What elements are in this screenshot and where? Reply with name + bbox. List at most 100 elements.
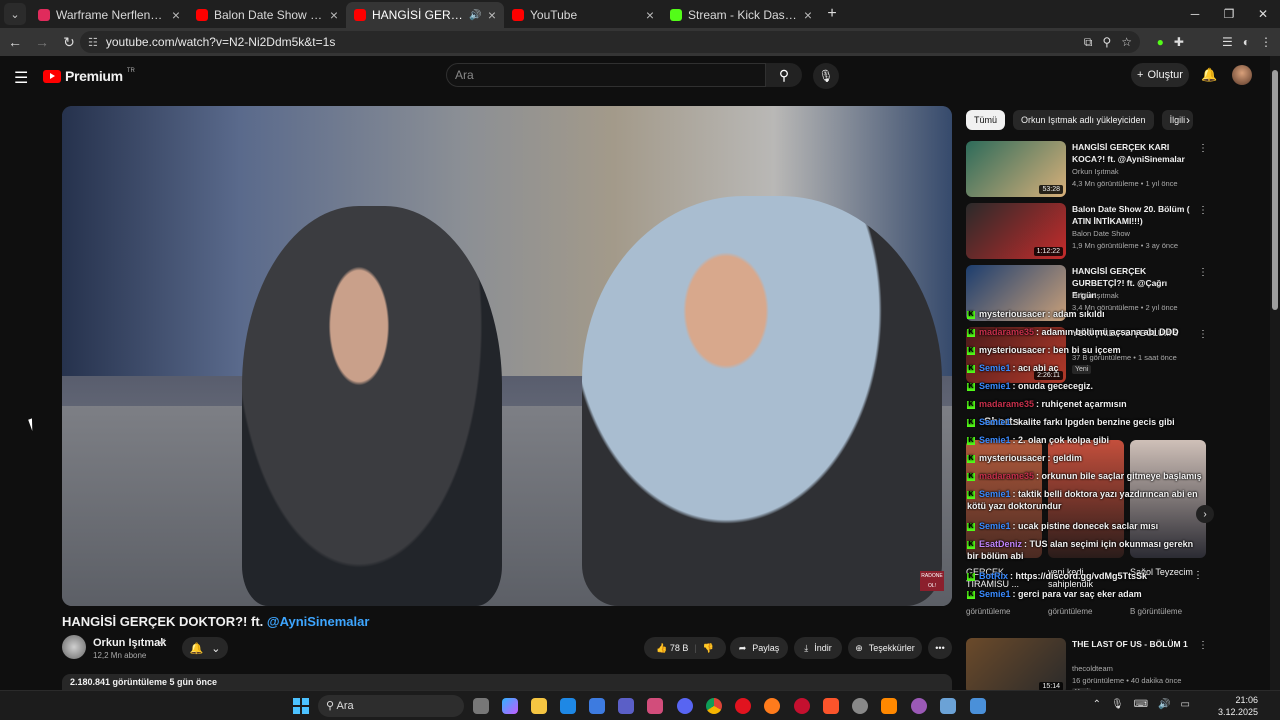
browser-tab[interactable]: YouTube × [504,2,662,28]
app-icon[interactable] [940,698,956,714]
zoom-icon[interactable]: ⚲ [1102,35,1111,49]
filter-chip[interactable]: Orkun Işıtmak adlı yükleyiciden [1013,110,1154,130]
new-tab-button[interactable]: + [820,2,844,26]
teams-icon[interactable] [618,698,634,714]
site-info-icon[interactable]: ☷ [88,36,98,49]
browser-tab[interactable]: HANGİSİ GERÇEK DOKTOR 🔊 × [346,2,504,28]
download-button[interactable]: ⤓ İndir [794,637,842,659]
microphone-icon[interactable]: 🎙 [1111,699,1124,710]
browser-tab[interactable]: Balon Date Show - YouTube × [188,2,346,28]
outlook-icon[interactable] [560,698,576,714]
install-app-icon[interactable]: ⧉ [1084,35,1093,50]
recommended-video[interactable]: 53:28 HANGİSİ GERÇEK KARI KOCA?! ft. @Ayn… [966,141,1208,197]
vlc-icon[interactable] [881,698,897,714]
filter-chip[interactable]: Tümü [966,110,1006,130]
close-tab-icon[interactable]: × [172,7,180,23]
address-bar[interactable]: ☷ youtube.com/watch?v=N2-Ni2Ddm5k&t=1s [80,31,1140,53]
app-icon[interactable] [852,698,868,714]
account-avatar[interactable] [1232,65,1252,85]
browser-menu-icon[interactable]: ⋮ [1260,35,1272,49]
more-vertical-icon[interactable]: ⋮ [1198,267,1208,278]
video-thumbnail[interactable]: 53:28 [966,141,1066,197]
video-thumbnail[interactable]: 1:12:22 [966,203,1066,259]
more-actions-button[interactable]: ••• [928,637,952,659]
discord-icon[interactable] [677,698,693,714]
channel-avatar[interactable] [62,635,86,659]
recommended-title[interactable]: Balon Date Show 20. Bölüm ( ATIN İNTİKAM… [1072,203,1190,227]
search-icon: ⚲ [778,66,790,83]
task-view-icon[interactable] [473,698,489,714]
recommended-title[interactable]: HANGİSİ GERÇEK KARI KOCA?! ft. @AyniSine… [1072,141,1190,165]
volume-icon[interactable]: 🔊 [1158,699,1170,710]
recommended-title[interactable]: THE LAST OF US - BÖLÜM 1 [1072,638,1190,650]
app-icon[interactable] [647,698,663,714]
network-icon[interactable]: ⌨ [1134,699,1148,710]
recommended-video[interactable]: 1:12:22 Balon Date Show 20. Bölüm ( ATIN … [966,203,1208,259]
twitch-icon[interactable] [911,698,927,714]
page-scrollbar[interactable] [1270,56,1280,690]
store-icon[interactable] [589,698,605,714]
app-icon[interactable] [970,698,986,714]
more-vertical-icon[interactable]: ⋮ [1198,205,1208,216]
more-vertical-icon[interactable]: ⋮ [1198,143,1208,154]
speaker-icon[interactable]: 🔊 [469,10,481,21]
forward-icon[interactable]: → [30,34,54,50]
tray-overflow-icon[interactable]: ⌃ [1093,699,1101,710]
file-explorer-icon[interactable] [531,698,547,714]
taskbar-clock[interactable]: 21:06 3.12.2025 [1218,694,1258,718]
recommended-channel[interactable]: thecoldteam [1072,664,1113,673]
search-button[interactable]: ⚲ [766,63,802,87]
logo-text: Premium [65,68,123,84]
channel-name[interactable]: Orkun Işıtmak [93,637,166,649]
start-button[interactable] [293,698,309,714]
reload-icon[interactable]: ↻ [57,34,81,51]
brave-icon[interactable] [823,698,839,714]
battery-icon[interactable]: ▭ [1181,699,1190,710]
close-tab-icon[interactable]: × [330,7,338,23]
hamburger-menu-icon[interactable]: ☰ [14,68,28,88]
like-button[interactable]: 👍 78 B [656,643,688,654]
close-tab-icon[interactable]: × [804,7,812,23]
video-player[interactable]: RADONE OL! [62,106,952,606]
search-input[interactable]: Ara [446,63,766,87]
close-tab-icon[interactable]: × [646,7,654,23]
tab-favicon-icon [670,9,682,21]
profile-icon[interactable]: ◐ [1243,35,1250,49]
chrome-icon[interactable] [706,698,722,714]
tab-search-icon[interactable]: ⌄ [4,3,26,25]
youtube-logo[interactable]: Premium TR [43,68,135,84]
bookmark-star-icon[interactable]: ☆ [1121,35,1132,49]
maximize-icon[interactable]: ❐ [1212,7,1246,21]
recommended-channel[interactable]: Orkun Işıtmak [1072,167,1119,176]
share-button[interactable]: ➦ Paylaş [730,637,788,659]
more-vertical-icon[interactable]: ⋮ [1198,640,1208,651]
taskbar-search[interactable]: ⚲ Ara [318,695,464,717]
recommended-video[interactable]: 15:14 THE LAST OF US - BÖLÜM 1 thecoldteam… [966,638,1208,697]
recommended-channel[interactable]: Orkun Işıtmak [1072,291,1119,300]
video-title-mention-link[interactable]: @AyniSinemalar [267,614,370,629]
media-controls-icon[interactable]: ☰ [1222,35,1233,49]
scrollbar-thumb[interactable] [1272,70,1278,310]
vivaldi-icon[interactable] [794,698,810,714]
browser-tab[interactable]: Stream - Kick Dashboard × [662,2,820,28]
close-tab-icon[interactable]: × [488,7,496,23]
recommended-channel[interactable]: Balon Date Show [1072,229,1130,238]
description-box[interactable]: 2.180.841 görüntüleme 5 gün önce [62,674,952,690]
back-icon[interactable]: ← [3,34,27,50]
notifications-bell-icon[interactable]: 🔔 [1201,67,1217,83]
kick-extension-icon[interactable]: ● [1157,35,1164,49]
close-window-icon[interactable]: ✕ [1246,7,1280,21]
copilot-icon[interactable] [502,698,518,714]
voice-search-button[interactable]: 🎙 [813,63,839,89]
video-thumbnail[interactable]: 15:14 [966,638,1066,694]
browser-tab[interactable]: Warframe Nerflenmeden Ö × [30,2,188,28]
chevron-right-icon[interactable]: › [1186,113,1190,127]
opera-icon[interactable] [735,698,751,714]
extensions-puzzle-icon[interactable]: ✚ [1174,35,1184,49]
minimize-icon[interactable]: ─ [1178,7,1212,21]
dislike-button[interactable]: 👎 [703,643,714,654]
subscription-bell-button[interactable]: 🔔 ⌄ [182,637,228,659]
thanks-button[interactable]: ⊕ Teşekkürler [848,637,922,659]
firefox-icon[interactable] [764,698,780,714]
create-button[interactable]: + Oluştur [1131,63,1189,87]
